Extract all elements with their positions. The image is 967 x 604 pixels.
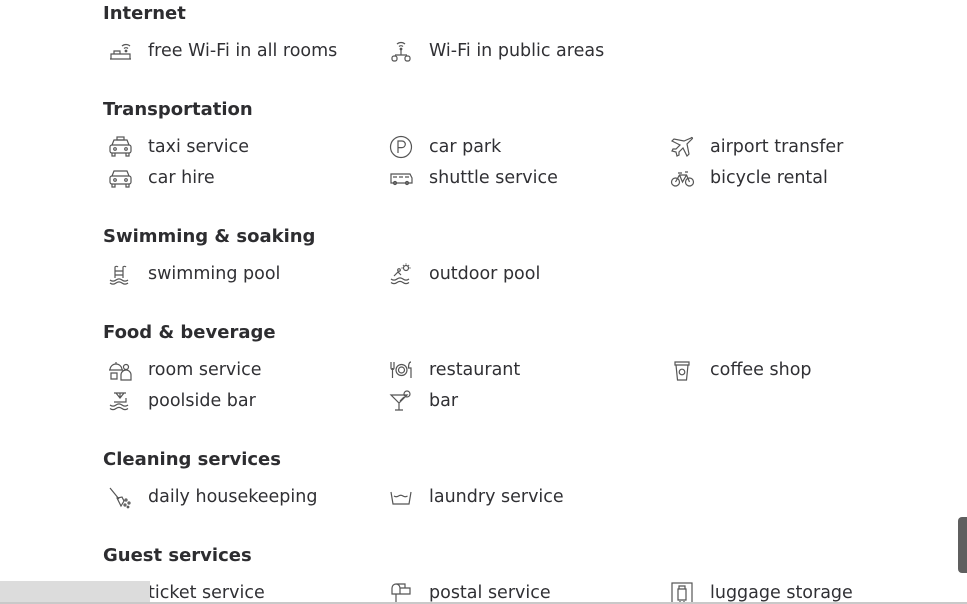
amenity-label: poolside bar [148, 391, 256, 411]
wifi-public-icon [389, 39, 415, 63]
amenity-item-housekeeping: daily housekeeping [108, 485, 317, 509]
parking-icon [389, 135, 415, 159]
amenity-label: luggage storage [710, 583, 853, 603]
room-service-icon [108, 358, 134, 382]
laundry-icon [389, 485, 415, 509]
amenity-label: laundry service [429, 487, 564, 507]
amenity-label: room service [148, 360, 262, 380]
section-heading-guest: Guest services [103, 545, 252, 566]
amenity-item-airport-transfer: airport transfer [670, 135, 843, 159]
amenity-label: swimming pool [148, 264, 281, 284]
amenity-label: car park [429, 137, 502, 157]
restaurant-icon [389, 358, 415, 382]
amenity-label: bar [429, 391, 459, 411]
amenity-item-bar: bar [389, 389, 458, 413]
amenity-item-swimming-pool: swimming pool [108, 262, 280, 286]
taxi-icon [108, 135, 134, 159]
amenity-item-postal: postal service [389, 581, 551, 604]
shuttle-bus-icon [389, 166, 415, 190]
airplane-icon [670, 135, 696, 159]
amenity-label: ticket service [148, 583, 265, 603]
section-heading-swimming: Swimming & soaking [103, 226, 316, 247]
amenity-item-car-hire: car hire [108, 166, 215, 190]
bottom-overlay-bar [0, 581, 150, 604]
amenity-item-coffee-shop: coffee shop [670, 358, 812, 382]
amenity-label: free Wi-Fi in all rooms [148, 41, 338, 61]
amenity-label: daily housekeeping [148, 487, 318, 507]
amenity-item-room-service: room service [108, 358, 262, 382]
pool-ladder-icon [108, 262, 134, 286]
amenity-label: bicycle rental [710, 168, 828, 188]
outdoor-pool-icon [389, 262, 415, 286]
mailbox-icon [389, 581, 415, 604]
amenity-item-free-wifi: free Wi-Fi in all rooms [108, 39, 337, 63]
amenity-label: postal service [429, 583, 551, 603]
amenity-item-restaurant: restaurant [389, 358, 520, 382]
amenity-item-outdoor-pool: outdoor pool [389, 262, 540, 286]
amenity-label: car hire [148, 168, 215, 188]
scrollbar-thumb[interactable] [958, 517, 967, 573]
section-heading-transportation: Transportation [103, 99, 253, 120]
coffee-cup-icon [670, 358, 696, 382]
amenity-label: Wi-Fi in public areas [429, 41, 605, 61]
amenity-item-taxi: taxi service [108, 135, 249, 159]
amenity-label: airport transfer [710, 137, 844, 157]
amenity-item-wifi-public: Wi-Fi in public areas [389, 39, 604, 63]
amenity-item-luggage: luggage storage [670, 581, 853, 604]
amenity-item-car-park: car park [389, 135, 501, 159]
section-heading-cleaning: Cleaning services [103, 449, 281, 470]
amenity-label: taxi service [148, 137, 250, 157]
cocktail-icon [389, 389, 415, 413]
car-icon [108, 166, 134, 190]
wifi-room-icon [108, 39, 134, 63]
poolside-bar-icon [108, 389, 134, 413]
section-heading-food: Food & beverage [103, 322, 276, 343]
amenity-label: restaurant [429, 360, 521, 380]
amenity-label: outdoor pool [429, 264, 541, 284]
amenity-item-bicycle: bicycle rental [670, 166, 828, 190]
broom-icon [108, 485, 134, 509]
amenity-item-poolside-bar: poolside bar [108, 389, 256, 413]
luggage-icon [670, 581, 696, 604]
amenity-item-shuttle: shuttle service [389, 166, 558, 190]
amenity-label: shuttle service [429, 168, 558, 188]
amenity-label: coffee shop [710, 360, 812, 380]
amenity-item-laundry: laundry service [389, 485, 564, 509]
section-heading-internet: Internet [103, 3, 186, 24]
bicycle-icon [670, 166, 696, 190]
